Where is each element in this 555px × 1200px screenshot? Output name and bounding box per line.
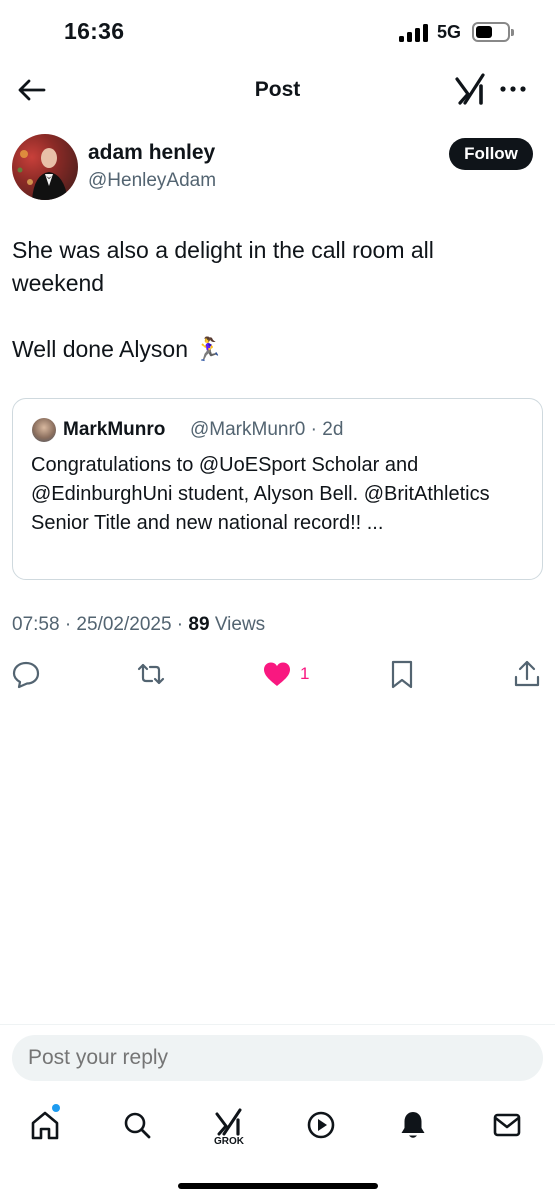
- play-circle-icon: [307, 1111, 335, 1139]
- tweet-text: She was also a delight in the call room …: [12, 237, 434, 362]
- like-button[interactable]: [261, 658, 293, 690]
- author-handle[interactable]: @HenleyAdam: [88, 170, 216, 192]
- bell-icon: [401, 1112, 425, 1138]
- post-datetime: 07:58 · 25/02/2025 ·: [12, 614, 189, 635]
- like-count[interactable]: 1: [300, 664, 309, 684]
- notification-dot: [52, 1104, 60, 1112]
- grok-icon: [215, 1108, 242, 1136]
- share-button[interactable]: [511, 658, 543, 690]
- follow-button[interactable]: Follow: [449, 138, 533, 170]
- reply-button[interactable]: [10, 658, 42, 690]
- views-label: Views: [209, 614, 266, 635]
- avatar-photo: [17, 148, 68, 200]
- reply-input[interactable]: [12, 1035, 543, 1081]
- tab-messages[interactable]: [490, 1108, 524, 1142]
- network-label: 5G: [437, 22, 462, 42]
- signal-icon: [399, 24, 429, 42]
- quoted-author-avatar: [32, 418, 56, 442]
- tab-notifications[interactable]: [396, 1108, 430, 1142]
- post-meta: 07:58 · 25/02/2025 · 89 Views: [12, 614, 265, 636]
- bookmark-icon: [391, 660, 413, 689]
- tab-search[interactable]: [120, 1108, 154, 1142]
- grok-icon: [455, 73, 485, 105]
- tab-grok-label: GROK: [214, 1136, 244, 1147]
- views-count: 89: [188, 614, 210, 635]
- repost-button[interactable]: [135, 658, 167, 690]
- divider: [0, 1024, 555, 1025]
- reply-icon: [12, 661, 40, 689]
- heart-filled-icon: [264, 662, 290, 686]
- tab-home[interactable]: [28, 1108, 62, 1142]
- home-indicator: [178, 1183, 378, 1189]
- quoted-post-text: Congratulations to @UoESport Scholar and…: [31, 454, 490, 534]
- quoted-author-handle: @MarkMunr0 · 2d: [190, 419, 344, 440]
- more-button[interactable]: [498, 76, 528, 102]
- quoted-post-card[interactable]: MarkMunro @MarkMunr0 · 2d Congratulation…: [12, 398, 543, 580]
- home-icon: [31, 1111, 59, 1140]
- battery-icon: [472, 22, 514, 42]
- quoted-author-name: MarkMunro: [63, 419, 166, 440]
- search-icon: [124, 1112, 151, 1139]
- status-time: 16:36: [64, 18, 125, 44]
- grok-button[interactable]: [454, 72, 488, 106]
- tab-video[interactable]: [304, 1108, 338, 1142]
- mail-icon: [493, 1113, 521, 1137]
- author-name[interactable]: adam henley: [88, 141, 215, 165]
- share-icon: [514, 660, 540, 687]
- more-icon: [500, 86, 526, 92]
- repost-icon: [137, 663, 165, 685]
- author-avatar[interactable]: [12, 134, 78, 200]
- bookmark-button[interactable]: [386, 658, 418, 690]
